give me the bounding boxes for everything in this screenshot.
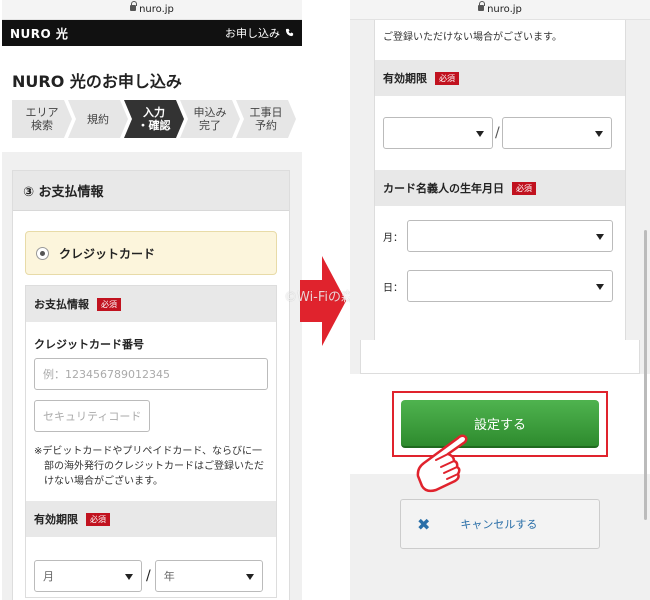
left-screen: nuro.jp NURO 光 お申し込み NURO 光のお申し込み エリア 検索 … — [2, 0, 302, 600]
step-input-confirm: 入力 ・確認 — [124, 100, 184, 138]
dob-head: カード名義人の生年月日 必須 — [375, 170, 625, 206]
chevron-down-icon — [125, 574, 133, 580]
expiry-label: 有効期限 — [34, 513, 78, 526]
chevron-down-icon — [596, 234, 604, 240]
card-number-input[interactable]: 例：123456789012345 — [34, 358, 268, 390]
payment-section: ③ お支払情報 クレジットカード お支払情報 必須 クレジットカード番号 例：12… — [12, 170, 290, 600]
header-apply[interactable]: お申し込み — [225, 25, 294, 41]
lock-icon — [130, 1, 138, 11]
progress-steps: エリア 検索 規約 入力 ・確認 申込み 完了 工事日 予約 — [12, 100, 292, 138]
expiry-label: 有効期限 — [383, 72, 427, 85]
payment-info-box: お支払情報 必須 クレジットカード番号 例：123456789012345 セキュ… — [25, 285, 277, 598]
required-badge: 必須 — [97, 297, 121, 311]
step-label: 申込み — [193, 106, 227, 119]
expiry-year-value: 年 — [163, 570, 175, 583]
expiry-separator: / — [495, 125, 500, 141]
chevron-down-icon — [596, 284, 604, 290]
step-area-search: エリア 検索 — [12, 100, 72, 138]
dob-month-label: 月： — [383, 232, 403, 244]
nuro-logo[interactable]: NURO 光 — [10, 25, 68, 42]
lock-icon — [478, 1, 486, 11]
section-bottom — [360, 340, 640, 374]
close-icon: ✖ — [417, 514, 431, 534]
site-header: NURO 光 お申し込み — [2, 20, 302, 46]
step-label: 予約 — [255, 119, 277, 132]
expiry-year-select[interactable] — [501, 117, 612, 149]
apply-link[interactable]: お申し込み — [225, 27, 280, 40]
step-apply-complete: 申込み 完了 — [180, 100, 240, 138]
dob-label: カード名義人の生年月日 — [383, 182, 504, 195]
chevron-down-icon — [476, 131, 484, 137]
expiry-separator: / — [146, 568, 151, 584]
watermark: ©Wi-Fiの森 — [284, 290, 355, 305]
dob-day-select[interactable] — [407, 270, 613, 302]
step-terms: 規約 — [68, 100, 128, 138]
phone-icon[interactable] — [285, 28, 294, 37]
required-badge: 必須 — [86, 512, 110, 526]
subsection-title: お支払情報 必須 — [26, 286, 276, 322]
step-construction-date: 工事日 予約 — [236, 100, 296, 138]
expiry-month-select[interactable]: 月 — [34, 560, 142, 592]
expiry-month-value: 月 — [43, 570, 54, 583]
card-note: ※デビットカードやプリペイドカード、ならびに一部の海外発行のクレジットカードはご… — [34, 446, 264, 487]
credit-card-label: クレジットカード — [59, 246, 156, 261]
security-code-input[interactable]: セキュリティコード — [34, 400, 150, 432]
dob-day-label: 日： — [383, 282, 403, 294]
address-bar[interactable]: nuro.jp — [350, 0, 650, 20]
step-label: 工事日 — [249, 106, 283, 119]
cancel-button[interactable]: ✖ キャンセルする — [400, 499, 600, 549]
step-label: 入力 — [143, 106, 165, 119]
expiry-year-select[interactable]: 年 — [154, 560, 263, 592]
dob-day-row: 日： — [375, 252, 625, 302]
step-label: ・確認 — [137, 119, 171, 132]
cancel-label: キャンセルする — [460, 518, 538, 531]
pointing-hand-icon — [416, 434, 468, 493]
chevron-down-icon — [245, 574, 254, 580]
url-text: nuro.jp — [139, 4, 174, 15]
chevron-down-icon — [594, 131, 603, 137]
note-tail: ご登録いただけない場合がございます。 — [383, 32, 562, 43]
required-badge: 必須 — [435, 71, 459, 85]
payment-section-continued: ご登録いただけない場合がございます。 有効期限 必須 / カード名義人の生年月日必… — [374, 20, 626, 345]
step-label: 完了 — [199, 119, 221, 132]
section-title: ③ お支払情報 — [13, 171, 289, 211]
dob-month-select[interactable] — [407, 220, 613, 252]
credit-card-option[interactable]: クレジットカード — [25, 231, 277, 275]
address-bar[interactable]: nuro.jp — [2, 0, 302, 20]
step-label: エリア — [25, 106, 59, 119]
url-text: nuro.jp — [487, 4, 522, 15]
step-label: 規約 — [87, 112, 109, 126]
expiry-head: 有効期限 必須 — [375, 60, 625, 96]
expiry-month-select[interactable] — [383, 117, 493, 149]
title-area: NURO 光のお申し込み エリア 検索 規約 入力 ・確認 申込み 完了 工事日 予約 — [2, 46, 302, 152]
expiry-head: 有効期限 必須 — [26, 501, 276, 537]
subsection-label: お支払情報 — [34, 298, 89, 311]
page-title: NURO 光のお申し込み — [12, 72, 182, 91]
radio-selected-icon[interactable] — [36, 246, 49, 260]
scrollbar[interactable] — [644, 230, 647, 520]
required-badge: 必須 — [512, 181, 536, 195]
step-label: 検索 — [31, 119, 53, 132]
dob-month-row: 月： — [375, 206, 625, 252]
expiry-row: 月 / 年 — [26, 537, 276, 597]
right-screen: nuro.jp ご登録いただけない場合がございます。 有効期限 必須 / カード名… — [350, 0, 650, 600]
expiry-row: / — [375, 96, 625, 170]
card-number-label: クレジットカード番号 — [34, 338, 144, 351]
